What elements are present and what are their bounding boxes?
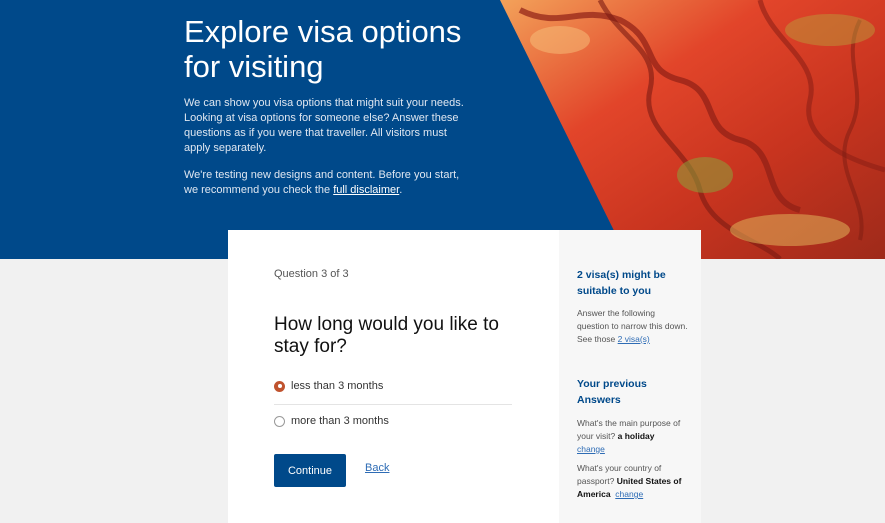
change-passport-link[interactable]: change [615,489,643,499]
option-label: less than 3 months [291,380,384,392]
intro-text: We can show you visa options that might … [184,97,464,154]
option-less-than-3-months[interactable]: less than 3 months [274,376,512,396]
radio-selected-icon[interactable] [274,380,285,392]
radio-unselected-icon[interactable] [274,415,285,427]
answer-value: a holiday [617,431,655,441]
hero-banner: Explore visa options for visiting We can… [0,0,885,259]
divider [274,404,512,405]
answer-passport: What's your country of passport? United … [577,462,689,501]
see-visas-link[interactable]: 2 visa(s) [618,334,650,344]
change-purpose-link[interactable]: change [577,444,605,454]
answer-purpose: What's the main purpose of your visit? a… [577,417,689,456]
testing-notice: We're testing new designs and content. B… [184,168,474,198]
continue-button[interactable]: Continue [274,454,346,487]
page-title: Explore visa options for visiting [184,14,462,84]
option-more-than-3-months[interactable]: more than 3 months [274,411,512,431]
question-counter: Question 3 of 3 [274,268,349,280]
full-disclaimer-link[interactable]: full disclaimer [333,184,399,196]
question-title: How long would you like to stay for? [274,314,499,357]
option-label: more than 3 months [291,415,389,427]
previous-answers-heading: Your previous Answers [577,378,647,406]
results-sidebar: 2 visa(s) might be suitable to you Answe… [559,230,701,523]
visa-count-text: Answer the following question to narrow … [577,307,689,346]
question-card: Question 3 of 3 How long would you like … [228,230,559,523]
visa-count-heading: 2 visa(s) might be suitable to you [577,269,666,297]
notice-text: We're testing new designs and content. B… [184,169,460,196]
back-link[interactable]: Back [365,462,389,474]
notice-suffix: . [399,184,403,196]
